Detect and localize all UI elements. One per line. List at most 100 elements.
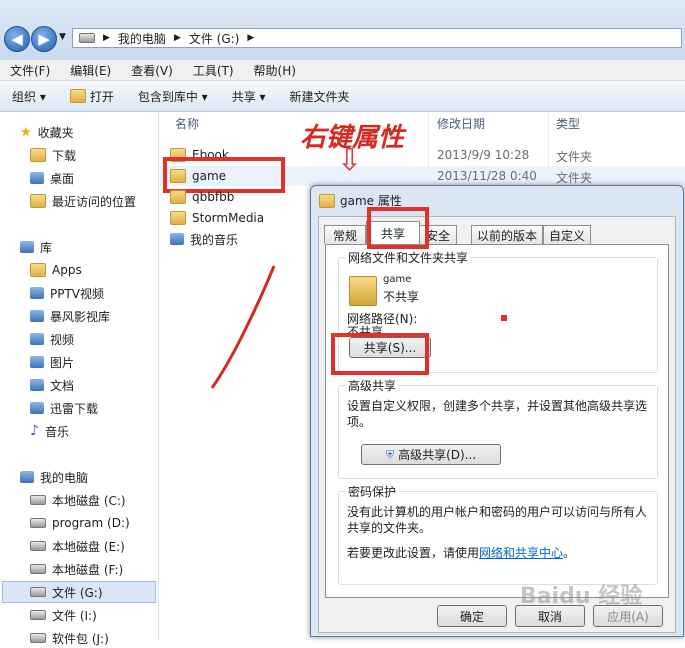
tab-general[interactable]: 常规 [324, 225, 366, 244]
nav-drive-f[interactable]: 本地磁盘 (F:) [30, 559, 123, 579]
nav-drive-g[interactable]: 文件 (G:) [30, 582, 103, 602]
annotation-highlight-share-button [331, 333, 429, 375]
address-bar-area: ◀ ▶ ▼ ▶ 我的电脑 ▶ 文件 (G:) ▶ [0, 0, 685, 60]
open-folder-icon [69, 89, 86, 103]
nav-favorites[interactable]: ★ 收藏夹 [20, 122, 74, 142]
download-folder-icon [30, 148, 46, 162]
column-header-name[interactable]: 名称 [175, 115, 199, 137]
organize-button[interactable]: 组织 ▾ [0, 88, 58, 105]
tab-label: 以前的版本 [476, 228, 537, 243]
open-button[interactable]: 打开 [58, 88, 126, 105]
new-folder-button[interactable]: 新建文件夹 [278, 88, 362, 105]
back-arrow-icon: ◀ [11, 30, 23, 48]
network-sharing-center-link[interactable]: 网络和共享中心 [479, 546, 563, 560]
menu-tools[interactable]: 工具(T) [183, 62, 244, 79]
music-note-icon: ♪ [30, 423, 39, 439]
video-icon [30, 333, 44, 345]
desktop-icon [30, 172, 44, 184]
annotation-down-arrow-icon: ⇩ [337, 143, 363, 178]
history-dropdown-icon[interactable]: ▼ [59, 32, 66, 42]
menu-help[interactable]: 帮助(H) [244, 62, 306, 79]
column-header-date[interactable]: 修改日期 [437, 115, 485, 137]
nav-item-documents[interactable]: 文档 [30, 375, 74, 395]
file-name: StormMedia [192, 211, 265, 225]
nav-label: 视频 [50, 332, 75, 347]
annotation-scribble [210, 265, 276, 389]
drive-icon [30, 633, 46, 643]
shield-icon: ⛨ [385, 447, 395, 461]
nav-label: Apps [52, 263, 82, 277]
menu-view[interactable]: 查看(V) [121, 62, 183, 79]
nav-label: 收藏夹 [37, 125, 74, 140]
nav-label: program (D:) [52, 516, 130, 530]
drive-icon [30, 587, 46, 597]
nav-item-thunder[interactable]: 迅雷下载 [30, 398, 98, 418]
nav-item-pictures[interactable]: 图片 [30, 352, 74, 372]
password-change-text: 若要更改此设置，请使用网络和共享中心。 [347, 544, 575, 561]
star-icon: ★ [20, 124, 32, 140]
nav-item-desktop[interactable]: 桌面 [30, 168, 74, 188]
nav-item-videos[interactable]: 视频 [30, 329, 74, 349]
chevron-right-icon: ▶ [173, 33, 181, 43]
file-row-qbbfbb[interactable]: qbbfbb [170, 187, 234, 207]
file-row-my-music[interactable]: 我的音乐 [170, 229, 238, 249]
nav-drive-e[interactable]: 本地磁盘 (E:) [30, 536, 125, 556]
recent-places-icon [30, 194, 46, 208]
tab-previous-versions[interactable]: 以前的版本 [471, 225, 543, 244]
navigation-pane: ★ 收藏夹 下载 桌面 最近访问的位置 库 Apps PPTV视频 暴风影视库 视… [0, 112, 159, 646]
nav-item-downloads[interactable]: 下载 [30, 145, 76, 165]
download-icon [30, 402, 44, 414]
nav-drive-j[interactable]: 软件包 (J:) [30, 628, 109, 648]
folder-icon [170, 190, 186, 204]
breadcrumb-drive-g[interactable]: 文件 (G:) [189, 30, 240, 47]
picture-icon [30, 356, 44, 368]
computer-icon [20, 471, 34, 483]
chevron-right-icon: ▶ [247, 33, 255, 43]
nav-label: 下载 [52, 148, 77, 163]
nav-drive-i[interactable]: 文件 (I:) [30, 605, 97, 625]
nav-label: 文件 (I:) [52, 608, 97, 623]
nav-drive-c[interactable]: 本地磁盘 (C:) [30, 490, 126, 510]
column-header-type[interactable]: 类型 [556, 115, 580, 137]
forward-button[interactable]: ▶ [31, 26, 57, 52]
properties-dialog: game 属性 常规 共享 安全 以前的版本 自定义 网络文件和文件夹共享 ga… [310, 185, 684, 637]
video-library-icon [30, 310, 44, 322]
dialog-body: 常规 共享 安全 以前的版本 自定义 网络文件和文件夹共享 game 不共享 网… [318, 216, 676, 633]
ok-label: 确定 [459, 609, 484, 624]
nav-libraries[interactable]: 库 [20, 237, 52, 257]
menu-edit[interactable]: 编辑(E) [60, 62, 121, 79]
nav-item-pptv[interactable]: PPTV视频 [30, 283, 104, 303]
ok-button[interactable]: 确定 [437, 605, 507, 627]
drive-icon [30, 518, 46, 528]
nav-label: 软件包 (J:) [52, 631, 109, 646]
tab-customize[interactable]: 自定义 [543, 225, 591, 244]
menu-bar: 文件(F) 编辑(E) 查看(V) 工具(T) 帮助(H) [0, 60, 685, 81]
nav-item-recent[interactable]: 最近访问的位置 [30, 191, 136, 211]
include-in-library-button[interactable]: 包含到库中 ▾ [126, 88, 220, 105]
nav-item-music[interactable]: ♪ 音乐 [30, 421, 69, 441]
nav-drive-d[interactable]: program (D:) [30, 513, 130, 533]
nav-computer[interactable]: 我的电脑 [20, 467, 88, 487]
address-box[interactable]: ▶ 我的电脑 ▶ 文件 (G:) ▶ [72, 28, 682, 48]
drive-icon [30, 564, 46, 574]
share-with-button[interactable]: 共享 ▾ [220, 88, 278, 105]
file-type: 文件夹 [556, 150, 593, 164]
nav-item-storm[interactable]: 暴风影视库 [30, 306, 110, 326]
back-button[interactable]: ◀ [4, 26, 30, 52]
open-label: 打开 [89, 89, 114, 104]
nav-label: 图片 [50, 355, 75, 370]
folder-name: game [383, 274, 412, 285]
drive-icon [30, 610, 46, 620]
drive-icon [30, 495, 46, 505]
menu-file[interactable]: 文件(F) [0, 62, 60, 79]
password-protection-description: 没有此计算机的用户帐户和密码的用户可以访问与所有人共享的文件夹。 [347, 505, 648, 535]
include-label: 包含到库中 ▾ [137, 89, 208, 104]
breadcrumb-computer[interactable]: 我的电脑 [118, 30, 166, 47]
file-row-stormmedia[interactable]: StormMedia [170, 208, 264, 228]
cancel-label: 取消 [537, 609, 562, 624]
nav-label: 本地磁盘 (C:) [52, 493, 126, 508]
document-icon [30, 379, 44, 391]
nav-label: 音乐 [44, 424, 69, 439]
advanced-sharing-button[interactable]: ⛨ 高级共享(D)... [361, 444, 501, 465]
nav-item-apps[interactable]: Apps [30, 260, 82, 280]
